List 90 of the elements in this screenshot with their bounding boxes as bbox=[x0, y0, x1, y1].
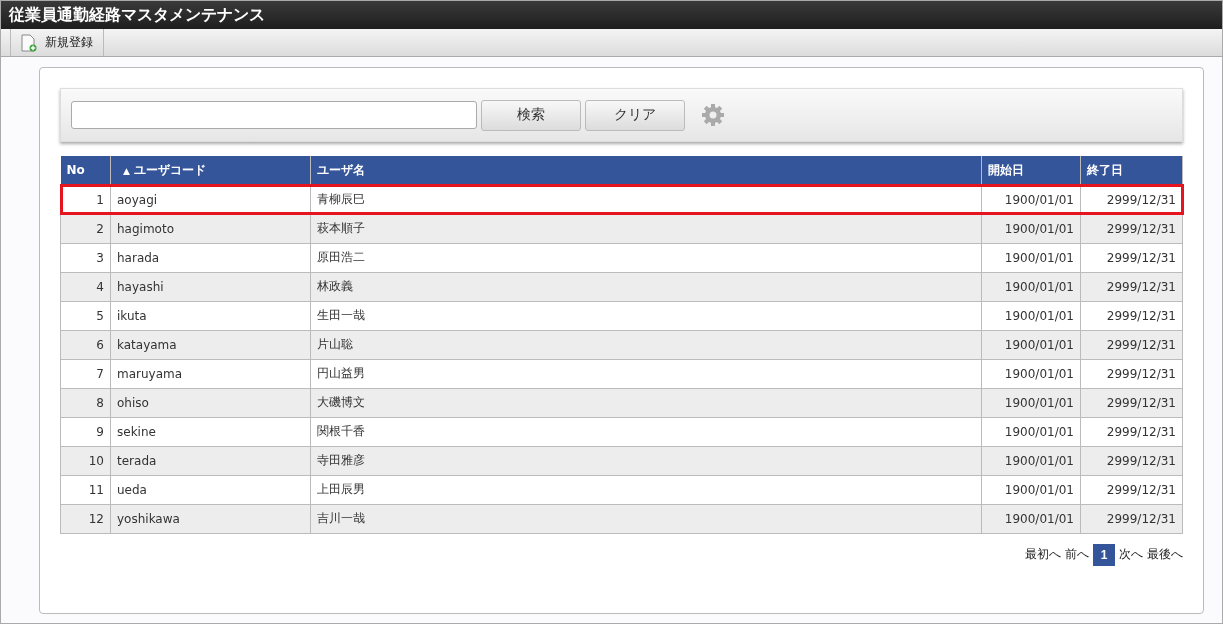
table-cell: 1900/01/01 bbox=[981, 243, 1081, 272]
table-cell: hagimoto bbox=[110, 214, 311, 243]
table-row[interactable]: 6 katayama 片山聡 1900/01/01 2999/12/31 bbox=[60, 330, 1183, 359]
column-header[interactable]: No bbox=[60, 156, 111, 185]
table-cell: 5 bbox=[60, 301, 111, 330]
table-cell: 9 bbox=[60, 417, 111, 446]
table-cell: 3 bbox=[60, 243, 111, 272]
column-label: ユーザ名 bbox=[317, 162, 365, 177]
window-title: 従業員通勤経路マスタメンテナンス bbox=[9, 4, 265, 26]
table-cell: 2999/12/31 bbox=[1080, 504, 1183, 533]
table-cell: 林政義 bbox=[310, 272, 982, 301]
table-cell: 4 bbox=[60, 272, 111, 301]
table-cell: terada bbox=[110, 446, 311, 475]
column-header[interactable]: 開始日 bbox=[981, 156, 1081, 185]
new-button[interactable]: 新規登録 bbox=[10, 29, 104, 56]
table-cell: sekine bbox=[110, 417, 311, 446]
new-document-icon bbox=[21, 33, 37, 52]
column-header[interactable]: ▲ ユーザコード bbox=[110, 156, 311, 185]
page-button[interactable]: 1 bbox=[1093, 543, 1115, 566]
table-row[interactable]: 10 terada 寺田雅彦 1900/01/01 2999/12/31 bbox=[60, 446, 1183, 475]
table-cell: 1900/01/01 bbox=[981, 301, 1081, 330]
table-row[interactable]: 4 hayashi 林政義 1900/01/01 2999/12/31 bbox=[60, 272, 1183, 301]
table-cell: 生田一哉 bbox=[310, 301, 982, 330]
column-header[interactable]: 終了日 bbox=[1080, 156, 1183, 185]
table-cell: 2999/12/31 bbox=[1080, 330, 1183, 359]
table-cell: 1900/01/01 bbox=[981, 359, 1081, 388]
table-cell: 2999/12/31 bbox=[1080, 446, 1183, 475]
table-row[interactable]: 8 ohiso 大磯博文 1900/01/01 2999/12/31 bbox=[60, 388, 1183, 417]
table-cell: 1900/01/01 bbox=[981, 504, 1081, 533]
table-cell: 吉川一哉 bbox=[310, 504, 982, 533]
highlighted-row[interactable]: 1 aoyagi 青柳辰巳 1900/01/01 2999/12/31 bbox=[60, 185, 1183, 214]
table-cell: 11 bbox=[60, 475, 111, 504]
table-cell: 1900/01/01 bbox=[981, 475, 1081, 504]
column-header[interactable]: ユーザ名 bbox=[310, 156, 982, 185]
table-cell: 関根千香 bbox=[310, 417, 982, 446]
table-cell: 原田浩二 bbox=[310, 243, 982, 272]
table-cell: 12 bbox=[60, 504, 111, 533]
table-row[interactable]: 12 yoshikawa 吉川一哉 1900/01/01 2999/12/31 bbox=[60, 504, 1183, 533]
table-row[interactable]: 9 sekine 関根千香 1900/01/01 2999/12/31 bbox=[60, 417, 1183, 446]
table-cell: 2999/12/31 bbox=[1080, 388, 1183, 417]
table-cell: 片山聡 bbox=[310, 330, 982, 359]
settings-icon[interactable] bbox=[701, 103, 725, 127]
table-cell: 6 bbox=[60, 330, 111, 359]
table-cell: 1900/01/01 bbox=[981, 388, 1081, 417]
table-cell: 上田辰男 bbox=[310, 475, 982, 504]
prev-page-link[interactable]: 前へ bbox=[1065, 546, 1089, 563]
table-cell: 2999/12/31 bbox=[1080, 301, 1183, 330]
column-label: 開始日 bbox=[988, 162, 1024, 177]
table-cell: 1900/01/01 bbox=[981, 446, 1081, 475]
table-cell: 2999/12/31 bbox=[1080, 417, 1183, 446]
table-cell: 1900/01/01 bbox=[981, 330, 1081, 359]
sort-icon: ▲ bbox=[123, 165, 130, 176]
table-cell: hayashi bbox=[110, 272, 311, 301]
search-field[interactable] bbox=[71, 101, 477, 129]
table-row[interactable]: 7 maruyama 円山益男 1900/01/01 2999/12/31 bbox=[60, 359, 1183, 388]
first-page-link[interactable]: 最初へ bbox=[1025, 546, 1061, 563]
table-cell: 7 bbox=[60, 359, 111, 388]
column-label: No bbox=[66, 163, 85, 178]
table-cell: 2999/12/31 bbox=[1080, 243, 1183, 272]
table-cell: ikuta bbox=[110, 301, 311, 330]
table-cell: 2999/12/31 bbox=[1080, 359, 1183, 388]
table-cell: 2999/12/31 bbox=[1080, 214, 1183, 243]
next-page-link[interactable]: 次へ bbox=[1119, 546, 1143, 563]
table-cell: 8 bbox=[60, 388, 111, 417]
table-cell: ohiso bbox=[110, 388, 311, 417]
table-row[interactable]: 5 ikuta 生田一哉 1900/01/01 2999/12/31 bbox=[60, 301, 1183, 330]
table-row[interactable]: 11 ueda 上田辰男 1900/01/01 2999/12/31 bbox=[60, 475, 1183, 504]
table-cell: 大磯博文 bbox=[310, 388, 982, 417]
table-cell: harada bbox=[110, 243, 311, 272]
table-cell: yoshikawa bbox=[110, 504, 311, 533]
table-cell: 円山益男 bbox=[310, 359, 982, 388]
table-row[interactable]: 3 harada 原田浩二 1900/01/01 2999/12/31 bbox=[60, 243, 1183, 272]
table-cell: 萩本順子 bbox=[310, 214, 982, 243]
table-cell: 1900/01/01 bbox=[981, 214, 1081, 243]
table-cell: 1900/01/01 bbox=[981, 417, 1081, 446]
table-cell: ueda bbox=[110, 475, 311, 504]
last-page-link[interactable]: 最後へ bbox=[1147, 546, 1183, 563]
clear-button[interactable]: クリア bbox=[585, 99, 685, 131]
search-button[interactable]: 検索 bbox=[481, 99, 581, 131]
table-cell: maruyama bbox=[110, 359, 311, 388]
table-cell: 寺田雅彦 bbox=[310, 446, 982, 475]
table-cell: 2999/12/31 bbox=[1080, 475, 1183, 504]
table-cell: 10 bbox=[60, 446, 111, 475]
table-cell: 2999/12/31 bbox=[1080, 272, 1183, 301]
column-label: ユーザコード bbox=[133, 162, 206, 177]
table-cell: 1900/01/01 bbox=[981, 272, 1081, 301]
table-row[interactable]: 2 hagimoto 萩本順子 1900/01/01 2999/12/31 bbox=[60, 214, 1183, 243]
column-label: 終了日 bbox=[1087, 162, 1123, 177]
table-cell: katayama bbox=[110, 330, 311, 359]
table-cell: 2 bbox=[60, 214, 111, 243]
